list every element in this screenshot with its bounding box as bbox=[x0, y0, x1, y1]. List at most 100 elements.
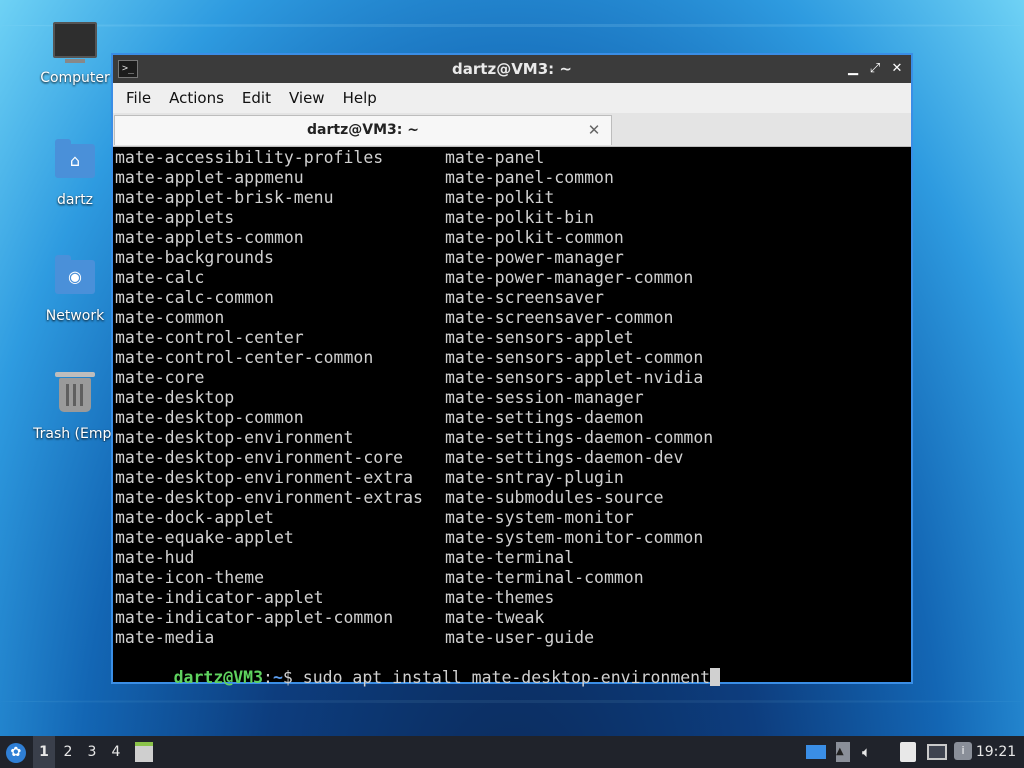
window-titlebar[interactable]: >_ dartz@VM3: ~ ▁ ⤢ ✕ bbox=[113, 55, 911, 83]
package-name: mate-media bbox=[115, 628, 215, 647]
package-name: mate-calc bbox=[115, 268, 205, 287]
desktop-icon-home[interactable]: ⌂ dartz bbox=[25, 139, 125, 208]
network-icon[interactable] bbox=[927, 744, 947, 760]
terminal-output[interactable]: mate-accessibility-profiles mate-panel mat… bbox=[113, 148, 911, 687]
package-name: mate-user-guide bbox=[445, 628, 595, 647]
package-name: mate-applets-common bbox=[115, 228, 304, 247]
desktop-icon-network[interactable]: ◉ Network bbox=[25, 255, 125, 324]
terminal-line: mate-desktop-environment mate-settings-da… bbox=[114, 428, 911, 448]
terminal-line: mate-control-center mate-sensors-applet bbox=[114, 328, 911, 348]
package-name: mate-calc-common bbox=[115, 288, 274, 307]
package-name: mate-dock-applet bbox=[115, 508, 274, 527]
home-folder-icon: ⌂ bbox=[53, 139, 97, 188]
workspace-2[interactable]: 2 bbox=[57, 736, 79, 768]
terminal-window: >_ dartz@VM3: ~ ▁ ⤢ ✕ File Actions Edit … bbox=[111, 53, 913, 687]
prompt-path: ~ bbox=[272, 668, 283, 687]
terminal-line: mate-desktop-common mate-settings-daemon bbox=[114, 408, 911, 428]
terminal-line: mate-icon-theme mate-terminal-common bbox=[114, 568, 911, 588]
package-name: mate-terminal bbox=[445, 548, 575, 567]
terminal-line: mate-common mate-screensaver-common bbox=[114, 308, 911, 328]
package-name: mate-desktop-common bbox=[115, 408, 304, 427]
taskbar: ✿ 1 2 3 4 ▲ 🔈︎ i 19:21 bbox=[0, 736, 1024, 768]
desktop-icon-label: Trash (Empt bbox=[33, 426, 117, 442]
tab-label: dartz@VM3: ~ bbox=[307, 122, 419, 138]
package-name: mate-sntray-plugin bbox=[445, 468, 624, 487]
package-name: mate-applet-brisk-menu bbox=[115, 188, 334, 207]
package-name: mate-sensors-applet bbox=[445, 328, 634, 347]
package-name: mate-sensors-applet-nvidia bbox=[445, 368, 704, 387]
workspace-1[interactable]: 1 bbox=[33, 736, 55, 768]
package-name: mate-screensaver-common bbox=[445, 308, 674, 327]
maximize-button[interactable]: ⤢ bbox=[867, 61, 883, 77]
clipboard-icon[interactable] bbox=[900, 742, 916, 762]
prompt-user: dartz@VM3 bbox=[173, 668, 264, 687]
volume-icon[interactable]: 🔈︎ bbox=[862, 743, 880, 761]
minimize-button[interactable]: ▁ bbox=[845, 61, 861, 77]
package-name: mate-accessibility-profiles bbox=[115, 148, 384, 167]
terminal-line: mate-desktop-environment-core mate-settin… bbox=[114, 448, 911, 468]
package-name: mate-tweak bbox=[445, 608, 545, 627]
terminal-line: mate-accessibility-profiles mate-panel bbox=[114, 148, 911, 168]
menu-actions[interactable]: Actions bbox=[160, 89, 233, 107]
close-button[interactable]: ✕ bbox=[889, 61, 905, 77]
terminal-line: mate-equake-applet mate-system-monitor-co… bbox=[114, 528, 911, 548]
start-menu-button[interactable]: ✿ bbox=[4, 736, 28, 768]
update-notifier-icon[interactable]: i bbox=[954, 742, 972, 760]
terminal-line: mate-indicator-applet-common mate-tweak bbox=[114, 608, 911, 628]
package-name: mate-settings-daemon bbox=[445, 408, 644, 427]
package-name: mate-desktop-environment-extras bbox=[115, 488, 423, 507]
menu-view[interactable]: View bbox=[280, 89, 334, 107]
package-name: mate-power-manager-common bbox=[445, 268, 694, 287]
package-name: mate-panel-common bbox=[445, 168, 614, 187]
package-name: mate-equake-applet bbox=[115, 528, 294, 547]
terminal-line: mate-desktop mate-session-manager bbox=[114, 388, 911, 408]
package-name: mate-desktop-environment-extra bbox=[115, 468, 414, 487]
terminal-line: mate-backgrounds mate-power-manager bbox=[114, 248, 911, 268]
package-name: mate-backgrounds bbox=[115, 248, 274, 267]
workspace-4[interactable]: 4 bbox=[105, 736, 127, 768]
package-name: mate-settings-daemon-common bbox=[445, 428, 714, 447]
terminal-line: mate-hud mate-terminal bbox=[114, 548, 911, 568]
desktop-icon-label: Computer bbox=[40, 70, 110, 86]
package-name: mate-system-monitor bbox=[445, 508, 634, 527]
window-title: dartz@VM3: ~ bbox=[452, 60, 572, 78]
package-name: mate-system-monitor-common bbox=[445, 528, 704, 547]
terminal-line: mate-applets mate-polkit-bin bbox=[114, 208, 911, 228]
trash-icon bbox=[53, 372, 97, 422]
package-name: mate-desktop bbox=[115, 388, 235, 407]
desktop-switch-icon[interactable] bbox=[806, 745, 826, 759]
upload-icon[interactable]: ▲ bbox=[836, 742, 850, 762]
terminal-line: mate-media mate-user-guide bbox=[114, 628, 911, 648]
package-name: mate-hud bbox=[115, 548, 195, 567]
terminal-line: mate-calc mate-power-manager-common bbox=[114, 268, 911, 288]
text-cursor bbox=[710, 668, 721, 686]
menu-help[interactable]: Help bbox=[334, 89, 386, 107]
terminal-line: mate-indicator-applet mate-themes bbox=[114, 588, 911, 608]
package-name: mate-common bbox=[115, 308, 225, 327]
show-desktop-icon[interactable] bbox=[135, 742, 153, 762]
tab-close-icon[interactable]: ✕ bbox=[585, 121, 603, 139]
package-name: mate-applets bbox=[115, 208, 235, 227]
terminal-line: mate-calc-common mate-screensaver bbox=[114, 288, 911, 308]
desktop-icon-computer[interactable]: Computer bbox=[25, 22, 125, 86]
terminal-tab[interactable]: dartz@VM3: ~ ✕ bbox=[114, 115, 612, 145]
package-name: mate-themes bbox=[445, 588, 555, 607]
terminal-line: mate-applet-brisk-menu mate-polkit bbox=[114, 188, 911, 208]
package-name: mate-applet-appmenu bbox=[115, 168, 304, 187]
terminal-line: mate-desktop-environment-extra mate-sntra… bbox=[114, 468, 911, 488]
desktop-icon-trash[interactable]: Trash (Empt bbox=[25, 370, 125, 442]
package-name: mate-core bbox=[115, 368, 205, 387]
package-name: mate-settings-daemon-dev bbox=[445, 448, 684, 467]
clock[interactable]: 19:21 bbox=[974, 736, 1018, 768]
package-name: mate-icon-theme bbox=[115, 568, 265, 587]
package-name: mate-power-manager bbox=[445, 248, 624, 267]
desktop-icon-label: Network bbox=[45, 308, 105, 324]
menu-file[interactable]: File bbox=[117, 89, 160, 107]
package-name: mate-panel bbox=[445, 148, 545, 167]
terminal-line: mate-core mate-sensors-applet-nvidia bbox=[114, 368, 911, 388]
workspace-3[interactable]: 3 bbox=[81, 736, 103, 768]
tab-bar: dartz@VM3: ~ ✕ bbox=[113, 113, 911, 147]
package-name: mate-screensaver bbox=[445, 288, 604, 307]
menu-edit[interactable]: Edit bbox=[233, 89, 280, 107]
package-name: mate-sensors-applet-common bbox=[445, 348, 704, 367]
